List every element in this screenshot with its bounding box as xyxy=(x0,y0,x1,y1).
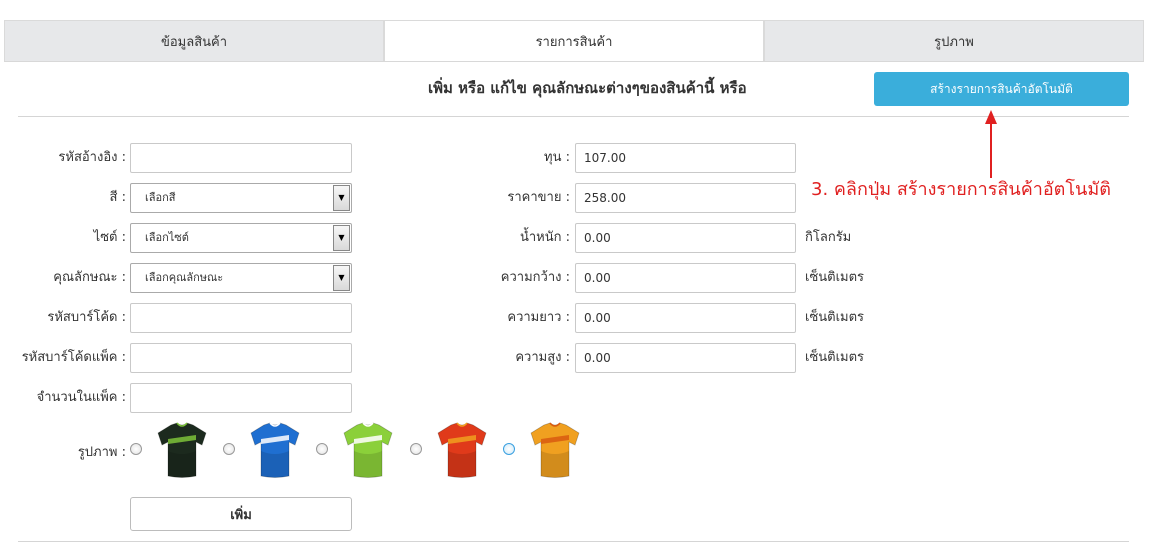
chevron-down-icon[interactable]: ▼ xyxy=(333,185,350,211)
height-unit: เซ็นติเมตร xyxy=(805,350,865,365)
color-select-value: เลือกสี xyxy=(145,191,176,204)
barcode-label: รหัสบาร์โค้ด : xyxy=(47,310,126,325)
ref-code-label: รหัสอ้างอิง : xyxy=(58,150,126,165)
jersey-lime-icon xyxy=(343,422,393,478)
width-input[interactable]: 0.00 xyxy=(575,263,796,293)
width-unit: เซ็นติเมตร xyxy=(805,270,865,285)
ref-code-input[interactable] xyxy=(130,143,352,173)
image-radio[interactable] xyxy=(316,443,328,455)
annotation-text: 3. คลิกปุ่ม สร้างรายการสินค้าอัตโนมัติ xyxy=(811,179,1111,200)
width-label: ความกว้าง : xyxy=(500,270,570,285)
length-label: ความยาว : xyxy=(507,310,570,325)
tab-bar: ข้อมูลสินค้า รายการสินค้า รูปภาพ xyxy=(4,20,1144,62)
jersey-black-green-icon xyxy=(157,422,207,478)
pack-qty-label: จำนวนในแพ็ค : xyxy=(36,390,126,405)
jersey-orange-icon xyxy=(530,422,580,478)
jersey-red-icon xyxy=(437,422,487,478)
weight-input[interactable]: 0.00 xyxy=(575,223,796,253)
attribute-select-value: เลือกคุณลักษณะ xyxy=(145,271,224,284)
pack-barcode-label: รหัสบาร์โค้ดแพ็ค : xyxy=(21,350,126,365)
image-radio[interactable] xyxy=(130,443,142,455)
section-title: เพิ่ม หรือ แก้ไข คุณลักษณะต่างๆของสินค้า… xyxy=(428,79,747,97)
pack-qty-input[interactable] xyxy=(130,383,352,413)
tab-images[interactable]: รูปภาพ xyxy=(764,20,1144,61)
images-label: รูปภาพ : xyxy=(77,445,126,460)
size-select-value: เลือกไซต์ xyxy=(145,231,189,244)
auto-create-items-button[interactable]: สร้างรายการสินค้าอัตโนมัติ xyxy=(874,72,1129,106)
chevron-down-icon[interactable]: ▼ xyxy=(333,225,350,251)
weight-unit: กิโลกรัม xyxy=(805,230,852,245)
weight-label: น้ำหนัก : xyxy=(519,230,570,245)
jersey-blue-icon xyxy=(250,422,300,478)
barcode-input[interactable] xyxy=(130,303,352,333)
length-unit: เซ็นติเมตร xyxy=(805,310,865,325)
height-input[interactable]: 0.00 xyxy=(575,343,796,373)
attribute-label: คุณลักษณะ : xyxy=(53,270,126,285)
divider-top xyxy=(18,116,1129,117)
size-label: ไซต์ : xyxy=(93,230,126,245)
image-radio[interactable] xyxy=(503,443,515,455)
color-select[interactable]: เลือกสี ▼ xyxy=(130,183,352,213)
height-label: ความสูง : xyxy=(515,350,570,365)
add-button[interactable]: เพิ่ม xyxy=(130,497,352,531)
size-select[interactable]: เลือกไซต์ ▼ xyxy=(130,223,352,253)
attribute-select[interactable]: เลือกคุณลักษณะ ▼ xyxy=(130,263,352,293)
cost-input[interactable]: 107.00 xyxy=(575,143,796,173)
chevron-down-icon[interactable]: ▼ xyxy=(333,265,350,291)
tab-product-items[interactable]: รายการสินค้า xyxy=(384,20,764,61)
cost-label: ทุน : xyxy=(544,150,570,165)
tab-product-info[interactable]: ข้อมูลสินค้า xyxy=(4,20,384,61)
price-input[interactable]: 258.00 xyxy=(575,183,796,213)
color-label: สี : xyxy=(109,190,126,205)
pack-barcode-input[interactable] xyxy=(130,343,352,373)
image-radio[interactable] xyxy=(223,443,235,455)
divider-bottom xyxy=(18,541,1129,542)
price-label: ราคาขาย : xyxy=(507,190,570,205)
image-radio[interactable] xyxy=(410,443,422,455)
annotation-arrow xyxy=(985,110,997,178)
length-input[interactable]: 0.00 xyxy=(575,303,796,333)
